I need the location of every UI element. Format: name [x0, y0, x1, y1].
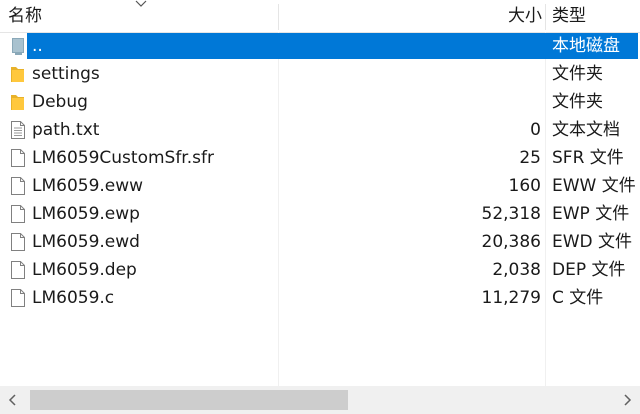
file-icon: [9, 260, 27, 280]
chevron-left-icon[interactable]: [0, 386, 26, 414]
file-size: 160: [508, 176, 541, 196]
file-name: LM6059.dep: [32, 260, 137, 280]
file-name: settings: [32, 64, 100, 84]
list-item[interactable]: LM6059.ewd 20,386 EWD 文件: [0, 228, 640, 256]
file-icon: [9, 288, 27, 308]
file-type: 文本文档: [552, 120, 620, 140]
selection-highlight: [27, 33, 638, 59]
column-header: 名称 大小 类型: [0, 0, 640, 33]
file-name: LM6059.ewp: [32, 204, 140, 224]
file-size: 0: [530, 120, 541, 140]
file-type: SFR 文件: [552, 148, 624, 168]
list-item[interactable]: LM6059.c 11,279 C 文件: [0, 284, 640, 312]
column-header-size[interactable]: 大小: [450, 0, 542, 32]
drive-icon: [9, 36, 27, 56]
list-item[interactable]: LM6059.dep 2,038 DEP 文件: [0, 256, 640, 284]
list-item[interactable]: LM6059.eww 160 EWW 文件: [0, 172, 640, 200]
file-name: path.txt: [32, 120, 100, 140]
sort-ascending-icon: [135, 0, 147, 7]
file-size: 20,386: [481, 232, 541, 252]
file-type: 本地磁盘: [552, 36, 620, 56]
list-item[interactable]: LM6059CustomSfr.sfr 25 SFR 文件: [0, 144, 640, 172]
scrollbar-thumb[interactable]: [30, 390, 348, 410]
file-name: LM6059.ewd: [32, 232, 140, 252]
file-icon: [9, 204, 27, 224]
file-name: Debug: [32, 92, 88, 112]
list-item[interactable]: settings 文件夹: [0, 60, 640, 88]
file-size: 52,318: [481, 204, 541, 224]
file-type: C 文件: [552, 288, 604, 308]
file-size: 2,038: [492, 260, 541, 280]
file-size: 11,279: [481, 288, 541, 308]
file-type: EWP 文件: [552, 204, 630, 224]
list-item[interactable]: Debug 文件夹: [0, 88, 640, 116]
chevron-right-icon[interactable]: [614, 386, 640, 414]
file-type: EWW 文件: [552, 176, 636, 196]
column-divider[interactable]: [278, 4, 279, 30]
list-item[interactable]: .. 本地磁盘: [0, 32, 640, 60]
file-type: 文件夹: [552, 64, 603, 84]
column-header-type[interactable]: 类型: [552, 0, 640, 32]
folder-icon: [9, 92, 27, 112]
text-file-icon: [9, 120, 27, 140]
file-name: LM6059CustomSfr.sfr: [32, 148, 214, 168]
folder-icon: [9, 64, 27, 84]
column-divider[interactable]: [545, 4, 546, 30]
file-name: ..: [32, 36, 43, 56]
file-icon: [9, 232, 27, 252]
file-type: 文件夹: [552, 92, 603, 112]
file-type: DEP 文件: [552, 260, 626, 280]
file-name: LM6059.c: [32, 288, 115, 308]
list-item[interactable]: LM6059.ewp 52,318 EWP 文件: [0, 200, 640, 228]
file-size: 25: [519, 148, 541, 168]
file-name: LM6059.eww: [32, 176, 144, 196]
list-item[interactable]: path.txt 0 文本文档: [0, 116, 640, 144]
file-icon: [9, 148, 27, 168]
file-icon: [9, 176, 27, 196]
file-type: EWD 文件: [552, 232, 633, 252]
horizontal-scrollbar[interactable]: [0, 386, 640, 414]
